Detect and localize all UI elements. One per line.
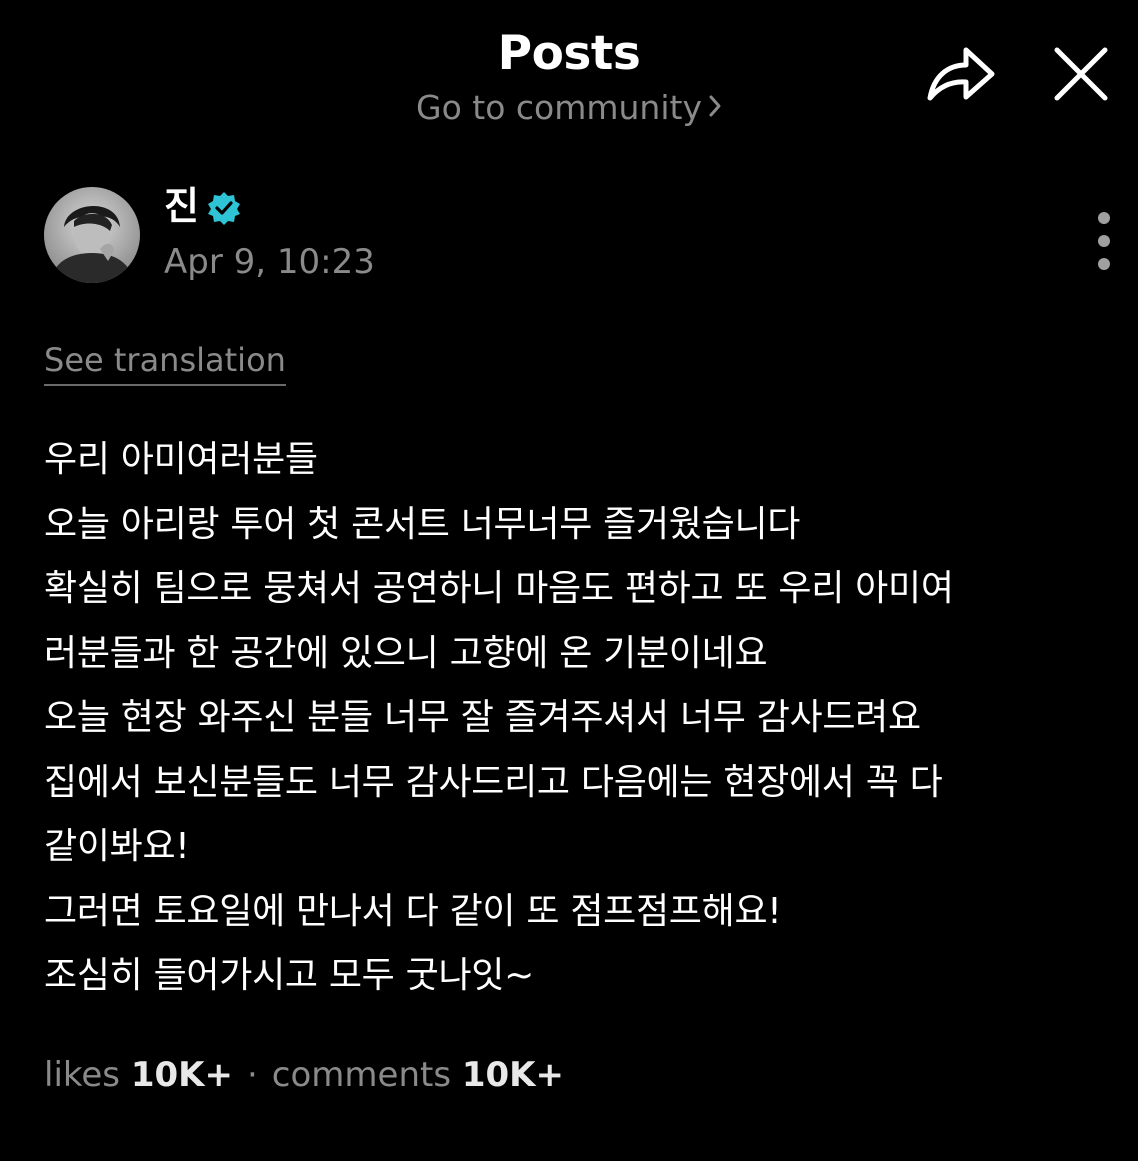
post-text-line: 집에서 보신분들도 너무 감사드리고 다음에는 현장에서 꼭 다	[44, 761, 943, 803]
chevron-right-icon	[708, 87, 722, 127]
more-vertical-icon	[1098, 212, 1110, 270]
post-text-line: 확실히 팀으로 뭉쳐서 공연하니 마음도 편하고 또 우리 아미여	[44, 568, 954, 609]
close-button[interactable]	[1048, 44, 1114, 106]
separator-dot: ·	[246, 1055, 258, 1095]
post-text-line: 조심히 들어가시고 모두 굿나잇~	[44, 955, 534, 996]
post-text-line: 러분들과 한 공간에 있으니 고향에 온 기분이네요	[44, 632, 768, 674]
see-translation-link[interactable]: See translation	[44, 338, 286, 386]
comments-label: comments	[271, 1055, 452, 1095]
community-link-label: Go to community	[416, 88, 702, 127]
likes-label: likes	[44, 1055, 121, 1095]
likes-stat[interactable]: likes 10K+	[44, 1055, 233, 1095]
post-text-line: 우리 아미여러분들	[44, 439, 318, 480]
close-icon	[1054, 47, 1108, 101]
post-stats: likes 10K+ · comments 10K+	[44, 1052, 564, 1098]
likes-count: 10K+	[130, 1055, 233, 1095]
avatar[interactable]	[44, 187, 140, 283]
post-time: Apr 9, 10:23	[164, 242, 375, 282]
comments-stat[interactable]: comments 10K+	[272, 1055, 564, 1095]
more-options-button[interactable]	[1086, 206, 1122, 278]
post-body: 우리 아미여러분들 오늘 아리랑 투어 첫 콘서트 너무너무 즐거웠습니다 확실…	[44, 428, 1124, 1009]
author-name[interactable]: 진	[164, 180, 199, 232]
post-text-line: 같이봐요!	[44, 826, 190, 867]
verified-badge-icon	[206, 190, 242, 226]
post-text-line: 오늘 현장 와주신 분들 너무 잘 즐겨주셔서 너무 감사드려요	[44, 697, 921, 738]
post-text-line: 그러면 토요일에 만나서 다 같이 또 점프점프해요!	[44, 890, 782, 932]
share-arrow-icon	[927, 47, 995, 101]
comments-count: 10K+	[461, 1055, 565, 1095]
post-text-line: 오늘 아리랑 투어 첫 콘서트 너무너무 즐거웠습니다	[44, 503, 801, 545]
share-button[interactable]	[922, 40, 1000, 110]
